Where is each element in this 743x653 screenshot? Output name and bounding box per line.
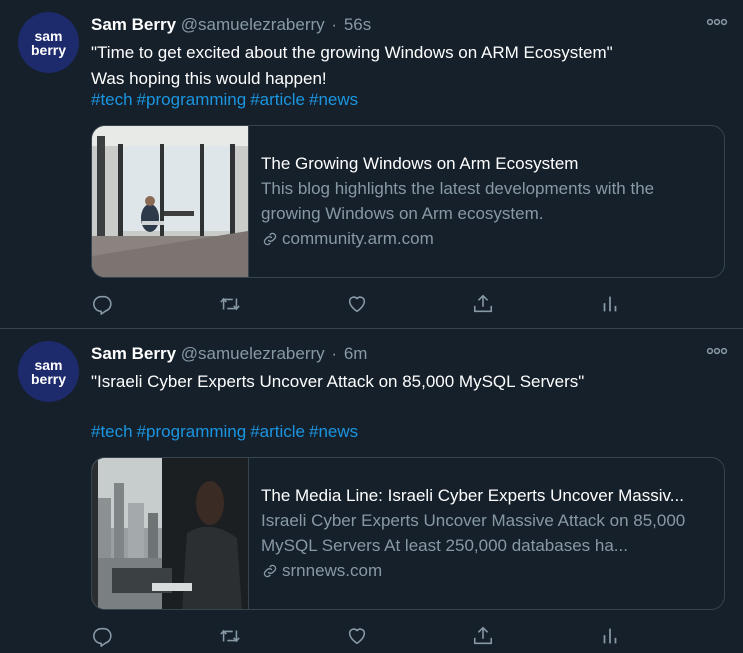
avatar-text-line2: berry	[30, 370, 67, 387]
tweet-header: Sam Berry @samuelezraberry · 56s	[91, 14, 371, 36]
hashtag-list: #tech #programming #article #news	[91, 421, 362, 443]
tweet-text: "Israeli Cyber Experts Uncover Attack on…	[91, 372, 585, 391]
avatar[interactable]: sam berry	[18, 341, 79, 402]
avatar-text-line1: sam	[34, 27, 63, 44]
hashtag-list: #tech #programming #article #news	[91, 89, 362, 111]
more-options-icon[interactable]	[706, 343, 728, 359]
link-card[interactable]: The Growing Windows on Arm Ecosystem Thi…	[91, 125, 725, 278]
share-icon[interactable]	[471, 292, 495, 316]
hashtag-link[interactable]: #programming	[137, 90, 247, 109]
hashtag-link[interactable]: #news	[309, 422, 358, 441]
hashtag-link[interactable]: #article	[250, 90, 305, 109]
author-handle[interactable]: @samuelezraberry	[181, 344, 325, 363]
card-title: The Media Line: Israeli Cyber Experts Un…	[261, 486, 684, 505]
separator-dot: ·	[331, 15, 338, 34]
avatar-text-line1: sam	[34, 356, 63, 373]
card-domain: srnnews.com	[261, 558, 708, 584]
reply-icon[interactable]	[91, 624, 115, 648]
link-icon	[263, 564, 277, 578]
analytics-icon[interactable]	[598, 624, 622, 648]
like-icon[interactable]	[345, 624, 369, 648]
card-body: The Media Line: Israeli Cyber Experts Un…	[261, 484, 708, 584]
retweet-icon[interactable]	[218, 624, 242, 648]
tweet-text: "Time to get excited about the growing W…	[91, 43, 613, 88]
link-icon	[263, 232, 277, 246]
tweet-time[interactable]: 56s	[344, 15, 371, 34]
reply-icon[interactable]	[91, 292, 115, 316]
tweet-time[interactable]: 6m	[344, 344, 368, 363]
card-body: The Growing Windows on Arm Ecosystem Thi…	[261, 152, 708, 252]
avatar[interactable]: sam berry	[18, 12, 79, 73]
hashtag-link[interactable]: #tech	[91, 90, 133, 109]
tweet-header: Sam Berry @samuelezraberry · 6m	[91, 343, 367, 365]
card-domain: community.arm.com	[261, 226, 708, 252]
separator-dot: ·	[331, 344, 338, 363]
card-domain-text: community.arm.com	[282, 229, 434, 248]
tweet-actions	[91, 624, 631, 648]
card-domain-text: srnnews.com	[282, 561, 383, 580]
avatar-text-line2: berry	[30, 41, 67, 58]
hashtag-link[interactable]: #article	[250, 422, 305, 441]
hashtag-link[interactable]: #tech	[91, 422, 133, 441]
tweet[interactable]: sam berry Sam Berry @samuelezraberry · 5…	[0, 0, 743, 329]
share-icon[interactable]	[471, 624, 495, 648]
hashtag-link[interactable]: #news	[309, 90, 358, 109]
author-handle[interactable]: @samuelezraberry	[181, 15, 325, 34]
like-icon[interactable]	[345, 292, 369, 316]
card-title: The Growing Windows on Arm Ecosystem	[261, 154, 579, 173]
author-name[interactable]: Sam Berry	[91, 344, 176, 363]
author-name[interactable]: Sam Berry	[91, 15, 176, 34]
link-card[interactable]: The Media Line: Israeli Cyber Experts Un…	[91, 457, 725, 610]
card-image	[92, 126, 249, 277]
analytics-icon[interactable]	[598, 292, 622, 316]
card-description: Israeli Cyber Experts Uncover Massive At…	[261, 511, 686, 555]
card-description: This blog highlights the latest developm…	[261, 179, 655, 223]
more-options-icon[interactable]	[706, 14, 728, 30]
tweet-actions	[91, 292, 631, 316]
hashtag-link[interactable]: #programming	[137, 422, 247, 441]
retweet-icon[interactable]	[218, 292, 242, 316]
tweet[interactable]: sam berry Sam Berry @samuelezraberry · 6…	[0, 329, 743, 653]
card-image	[92, 458, 249, 609]
